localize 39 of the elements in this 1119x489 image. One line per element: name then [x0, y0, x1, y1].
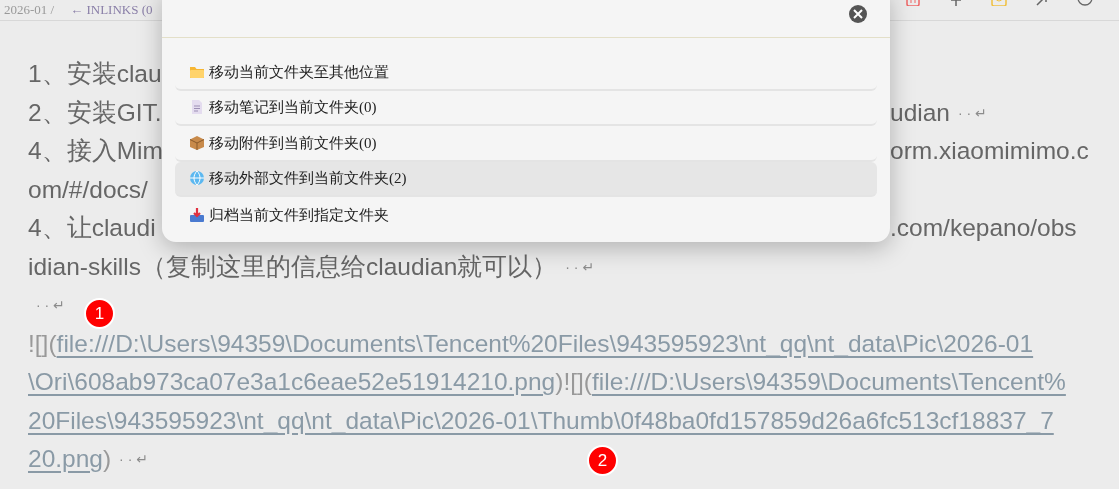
menu-item-label: 移动当前文件夹至其他位置: [209, 62, 389, 82]
markdown-syntax: ): [102, 444, 112, 474]
globe-icon: [189, 170, 205, 187]
text-line: 1、安装clau: [28, 59, 162, 89]
close-button[interactable]: [849, 5, 867, 23]
menu-item[interactable]: 归档当前文件到指定文件夹: [175, 197, 877, 233]
text-line: 4、接入Mim: [28, 136, 163, 166]
inlinks-link[interactable]: ← INLINKS (0: [70, 3, 153, 16]
number-marker: 2: [587, 445, 618, 476]
markdown-syntax: ![](: [28, 328, 57, 359]
line-break-mark: · · ↵: [36, 296, 65, 315]
menu-item-label: 移动外部文件到当前文件夹(2): [209, 169, 407, 188]
text-line: .com/kepano/obs: [890, 213, 1077, 243]
line-break-mark: · · ↵: [119, 450, 148, 469]
text-line: udian: [890, 97, 950, 128]
file-link[interactable]: file:///D:\Users\94359\Documents\Tencent%: [592, 363, 1066, 402]
download-tray-icon: [189, 206, 205, 223]
menu-item[interactable]: 移动笔记到当前文件夹(0): [175, 90, 877, 126]
file-link[interactable]: \Ori\608ab973ca07e3a1c6eae52e51914210.png: [28, 363, 556, 402]
box-icon: [189, 134, 205, 151]
line-break-mark: · · ↵: [957, 103, 987, 123]
text-line: 2、安装GIT.: [28, 97, 162, 128]
text-line: idian-skills（复制这里的信息给claudian就可以）: [28, 251, 558, 282]
file-link[interactable]: 20Files\943595923\nt_qq\nt_data\Pic\2026-01\Thumb\0f48ba0fd157859d26a6fc513cf18837_7: [28, 401, 1054, 440]
document-icon: [189, 99, 205, 116]
text-line: om/#/docs/: [28, 174, 148, 205]
close-icon: [853, 9, 863, 19]
text-line: orm.xiaomimimo.c: [890, 136, 1089, 166]
menu-item-label: 归档当前文件到指定文件夹: [209, 205, 389, 225]
line-break-mark: · · ↵: [565, 257, 595, 277]
markdown-syntax: )![](: [555, 367, 592, 397]
file-link[interactable]: 20.png: [28, 440, 103, 479]
breadcrumb-text[interactable]: 2026-01 /: [4, 3, 55, 16]
menu-item[interactable]: 移动外部文件到当前文件夹(2): [175, 161, 877, 197]
menu-item-label: 移动附件到当前文件夹(0): [209, 133, 377, 153]
menu-item-label: 移动笔记到当前文件夹(0): [209, 98, 377, 117]
number-marker: 1: [84, 298, 115, 329]
text-line: 4、让claudi: [28, 213, 156, 243]
menu-item[interactable]: 移动当前文件夹至其他位置: [175, 55, 877, 91]
